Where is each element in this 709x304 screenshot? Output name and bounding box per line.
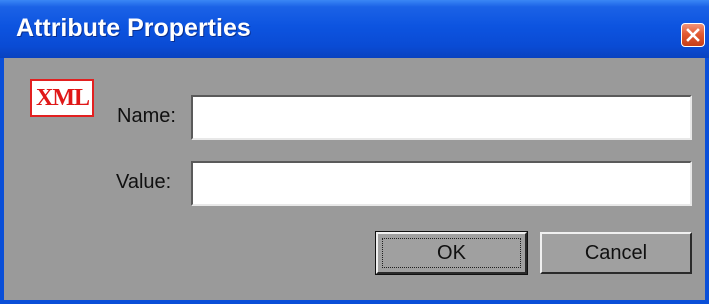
- close-button[interactable]: [681, 23, 705, 47]
- name-field[interactable]: [191, 95, 692, 140]
- cancel-button-label: Cancel: [584, 242, 648, 264]
- attribute-properties-dialog: Attribute Properties XML Name: Value: OK…: [0, 0, 709, 304]
- name-label: Name:: [117, 105, 176, 127]
- ok-button[interactable]: OK: [375, 231, 528, 275]
- xml-icon: XML: [30, 79, 94, 117]
- value-field[interactable]: [191, 161, 692, 206]
- dialog-title: Attribute Properties: [16, 14, 251, 42]
- value-label: Value:: [116, 171, 172, 193]
- title-bar[interactable]: Attribute Properties: [0, 0, 709, 58]
- ok-focus-ring: [382, 238, 521, 268]
- dialog-body: XML Name: Value: OK Cancel: [4, 58, 705, 300]
- xml-icon-text: XML: [36, 85, 90, 111]
- close-icon: [686, 28, 700, 42]
- cancel-button[interactable]: Cancel: [540, 232, 692, 274]
